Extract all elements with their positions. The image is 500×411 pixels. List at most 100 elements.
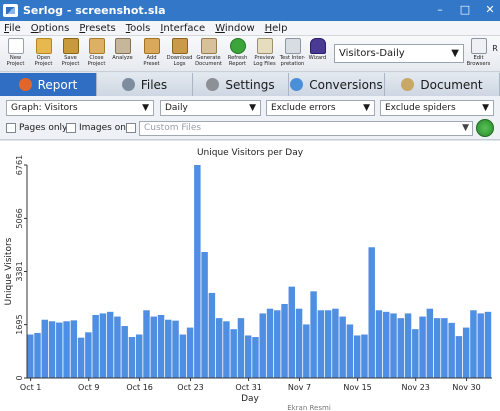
wizard-icon xyxy=(309,38,326,54)
menu-window[interactable]: Window xyxy=(215,23,254,34)
period-select-value: Daily xyxy=(165,103,188,113)
chart-bar xyxy=(70,320,78,378)
x-tick-label: Oct 1 xyxy=(20,383,41,392)
chart-bar xyxy=(135,334,143,378)
graph-select-value: Graph: Visitors xyxy=(11,103,78,113)
open-project-button[interactable]: Open Project xyxy=(31,38,56,67)
checkbox-box[interactable] xyxy=(126,123,136,133)
close-project-icon xyxy=(88,38,105,54)
chevron-down-icon: ▼ xyxy=(142,103,149,113)
save-project-button[interactable]: Save Project xyxy=(58,38,83,67)
y-tick-label: 5066 xyxy=(15,208,24,228)
menu-interface[interactable]: Interface xyxy=(160,23,205,34)
chart-bar xyxy=(462,327,470,378)
menu-access-key: O xyxy=(30,22,39,34)
chart-bar xyxy=(128,337,136,378)
add-preset-button[interactable]: Add Preset xyxy=(139,38,164,67)
custom-files-checkbox[interactable] xyxy=(126,123,136,133)
generate-document-button[interactable]: Generate Document xyxy=(195,38,222,67)
x-axis-label: Day xyxy=(241,394,259,404)
wizard-button[interactable]: Wizard xyxy=(305,38,330,61)
tab-label: Document xyxy=(420,77,483,92)
chevron-down-icon: ▼ xyxy=(462,123,469,133)
chart-bar xyxy=(157,314,165,378)
test-interpretation-icon xyxy=(284,38,301,54)
tab-files[interactable]: Files xyxy=(97,73,193,96)
chevron-down-icon: ▼ xyxy=(249,103,256,113)
chart-bar xyxy=(317,310,325,378)
minimize-button[interactable]: – xyxy=(434,3,446,16)
images-only-checkbox[interactable]: Images only xyxy=(66,123,134,133)
tab-document[interactable]: Document xyxy=(385,73,500,96)
pages-only-checkbox[interactable]: Pages only xyxy=(6,123,67,133)
main-tabs: Report Files Settings Conversions Document xyxy=(0,73,500,96)
refresh-report-icon xyxy=(229,38,246,54)
checkbox-box[interactable] xyxy=(66,123,76,133)
chart-bar xyxy=(426,308,434,378)
chevron-down-icon: ▼ xyxy=(451,48,459,59)
chart-bar xyxy=(106,311,114,378)
tab-label: Settings xyxy=(225,77,275,92)
chart-bar xyxy=(223,321,230,378)
chart-bar xyxy=(368,247,375,378)
apply-filter-button[interactable] xyxy=(476,119,494,137)
preview-log-files-button[interactable]: Preview Log Files xyxy=(252,38,277,67)
custom-files-input[interactable]: Custom Files ▼ xyxy=(139,121,473,136)
graph-select[interactable]: Graph: Visitors ▼ xyxy=(6,100,154,116)
chart-bar xyxy=(303,324,310,378)
chart-bar xyxy=(85,332,92,378)
edit-browsers-icon xyxy=(470,38,487,54)
menu-options[interactable]: Options xyxy=(31,23,70,34)
spiders-select[interactable]: Exclude spiders ▼ xyxy=(380,100,494,116)
menu-tools[interactable]: Tools xyxy=(126,23,151,34)
chevron-down-icon: ▼ xyxy=(363,103,370,113)
chart-bar xyxy=(397,318,405,378)
chart-bar xyxy=(390,313,397,378)
close-project-button[interactable]: Close Project xyxy=(84,38,109,67)
menu-label-rest: elp xyxy=(272,22,288,34)
chart-bar xyxy=(56,322,63,378)
window-title: Serlog - screenshot.sla xyxy=(23,4,166,17)
refresh-report-button[interactable]: Refresh Report xyxy=(225,38,250,67)
errors-select[interactable]: Exclude errors ▼ xyxy=(266,100,375,116)
period-select[interactable]: Daily ▼ xyxy=(160,100,261,116)
download-logs-button[interactable]: Download Logs xyxy=(167,38,192,67)
errors-select-value: Exclude errors xyxy=(271,103,336,113)
toolbar-label-line2: Project xyxy=(87,61,106,67)
generate-document-icon xyxy=(200,38,217,54)
edit-browsers-button[interactable]: Edit Browsers xyxy=(466,38,491,67)
document-icon xyxy=(401,78,415,91)
menu-access-key: W xyxy=(215,22,225,34)
checkbox-box[interactable] xyxy=(6,123,16,133)
chart-bar xyxy=(324,310,332,378)
new-project-button[interactable]: New Project xyxy=(3,38,28,67)
menu-label-rest: ools xyxy=(130,22,151,34)
tab-settings[interactable]: Settings xyxy=(193,73,289,96)
tab-report[interactable]: Report xyxy=(0,73,97,96)
chart-bar xyxy=(215,318,223,378)
report-icon xyxy=(18,78,32,91)
menu-file[interactable]: File xyxy=(4,23,21,34)
menu-help[interactable]: Help xyxy=(265,23,288,34)
overflow-button[interactable]: R xyxy=(490,38,500,54)
title-bar: Serlog - screenshot.sla – □ ✕ xyxy=(0,0,500,21)
custom-files-placeholder: Custom Files xyxy=(144,123,202,133)
analyze-button[interactable]: Analyze xyxy=(110,38,135,61)
chart-bar xyxy=(237,318,245,378)
maximize-button[interactable]: □ xyxy=(459,3,471,16)
chart-bar xyxy=(455,336,463,378)
tab-conversions[interactable]: Conversions xyxy=(289,73,385,96)
menu-presets[interactable]: Presets xyxy=(79,23,115,34)
preset-select[interactable]: Visitors-Daily ▼ xyxy=(334,44,464,63)
menu-label-rest: ptions xyxy=(38,22,70,34)
open-project-icon xyxy=(35,38,52,54)
chart-bar xyxy=(150,316,157,378)
chart-bar xyxy=(244,335,252,378)
chart-bar xyxy=(361,334,368,378)
x-tick-label: Nov 7 xyxy=(288,383,311,392)
close-window-button[interactable]: ✕ xyxy=(484,3,496,16)
menu-label-rest: resets xyxy=(85,22,116,34)
preset-value: Visitors-Daily xyxy=(339,48,405,59)
test-interpretation-button[interactable]: Test Inter-pretation xyxy=(280,38,305,67)
download-logs-icon xyxy=(171,38,188,54)
